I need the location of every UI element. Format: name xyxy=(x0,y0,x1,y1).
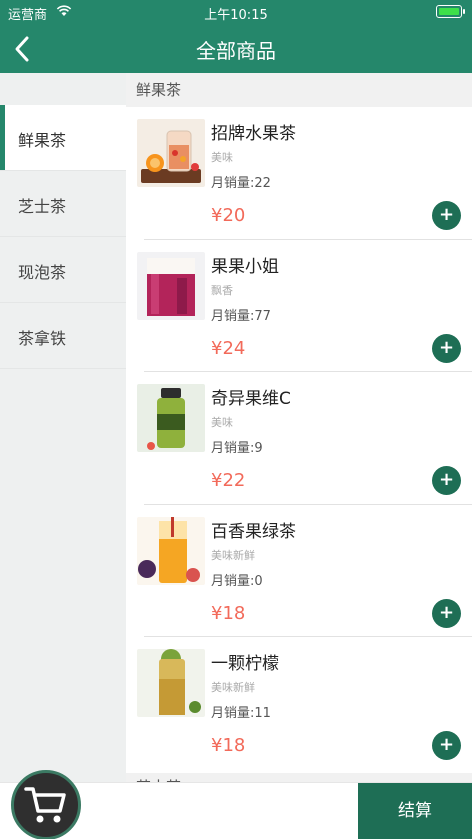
sidebar-item-label: 鲜果茶 xyxy=(18,131,67,150)
product-price: ¥22 xyxy=(211,470,246,491)
add-to-cart-button[interactable]: + xyxy=(432,731,461,760)
status-bar: 运营商 上午10:15 xyxy=(0,0,472,24)
product-image xyxy=(137,649,205,717)
product-monthly-sales: 月销量:22 xyxy=(211,176,271,191)
clock: 上午10:15 xyxy=(204,8,268,23)
product-description: 美味 xyxy=(211,151,233,164)
product-image xyxy=(137,516,205,585)
product-monthly-sales: 月销量:11 xyxy=(211,706,271,721)
product-price: ¥18 xyxy=(211,602,246,624)
section-header: 鲜果茶 xyxy=(126,73,472,107)
add-to-cart-button[interactable]: + xyxy=(432,333,461,363)
sidebar-item-tea-latte[interactable]: 茶拿铁 xyxy=(0,303,126,369)
product-image xyxy=(137,251,205,320)
sidebar-item-label: 芝士茶 xyxy=(18,197,67,216)
sidebar-item-fresh-fruit-tea[interactable]: 鲜果茶 xyxy=(0,105,126,171)
product-description: 飘香 xyxy=(211,283,233,297)
product-price: ¥20 xyxy=(211,205,246,226)
shopping-cart-icon xyxy=(24,787,66,823)
page-title: 全部商品 xyxy=(196,39,276,63)
product-item[interactable]: 百香果绿茶 美味新鲜 月销量:0 ¥18 + xyxy=(126,505,472,637)
cart-button[interactable] xyxy=(11,770,81,839)
product-list[interactable]: 鲜果茶 招牌水果茶 美味 月销量:22 ¥20 + 果果小姐 飘香 月销量:77… xyxy=(126,73,472,839)
product-price: ¥18 xyxy=(211,735,246,756)
product-monthly-sales: 月销量:9 xyxy=(211,441,263,456)
add-to-cart-button[interactable]: + xyxy=(432,466,461,495)
sidebar-item-cheese-tea[interactable]: 芝士茶 xyxy=(0,171,126,237)
product-monthly-sales: 月销量:0 xyxy=(211,573,263,589)
product-name: 百香果绿茶 xyxy=(211,521,296,542)
product-description: 美味新鲜 xyxy=(211,681,255,694)
nav-bar: 全部商品 xyxy=(0,24,472,73)
product-name: 一颗柠檬 xyxy=(211,654,279,674)
add-to-cart-button[interactable]: + xyxy=(432,201,461,230)
sidebar-item-label: 现泡茶 xyxy=(18,263,67,282)
product-item[interactable]: 果果小姐 飘香 月销量:77 ¥24 + xyxy=(126,240,472,372)
product-description: 美味 xyxy=(211,416,233,429)
product-item[interactable]: 奇异果维C 美味 月销量:9 ¥22 + xyxy=(126,372,472,505)
sidebar-item-label: 茶拿铁 xyxy=(18,329,67,348)
product-price: ¥24 xyxy=(211,337,246,359)
product-name: 招牌水果茶 xyxy=(211,124,296,144)
product-name: 奇异果维C xyxy=(211,389,291,409)
add-to-cart-button[interactable]: + xyxy=(432,598,461,628)
category-sidebar: 鲜果茶 芝士茶 现泡茶 茶拿铁 xyxy=(0,73,126,839)
product-name: 果果小姐 xyxy=(211,256,279,277)
product-monthly-sales: 月销量:77 xyxy=(211,308,271,324)
product-item[interactable]: 一颗柠檬 美味新鲜 月销量:11 ¥18 + xyxy=(126,637,472,770)
product-description: 美味新鲜 xyxy=(211,548,255,562)
sidebar-item-brewed-tea[interactable]: 现泡茶 xyxy=(0,237,126,303)
product-image xyxy=(137,119,205,187)
product-item[interactable]: 招牌水果茶 美味 月销量:22 ¥20 + xyxy=(126,107,472,240)
battery-icon xyxy=(436,5,465,18)
checkout-button[interactable]: 结算 xyxy=(358,783,472,839)
product-image xyxy=(137,384,205,452)
